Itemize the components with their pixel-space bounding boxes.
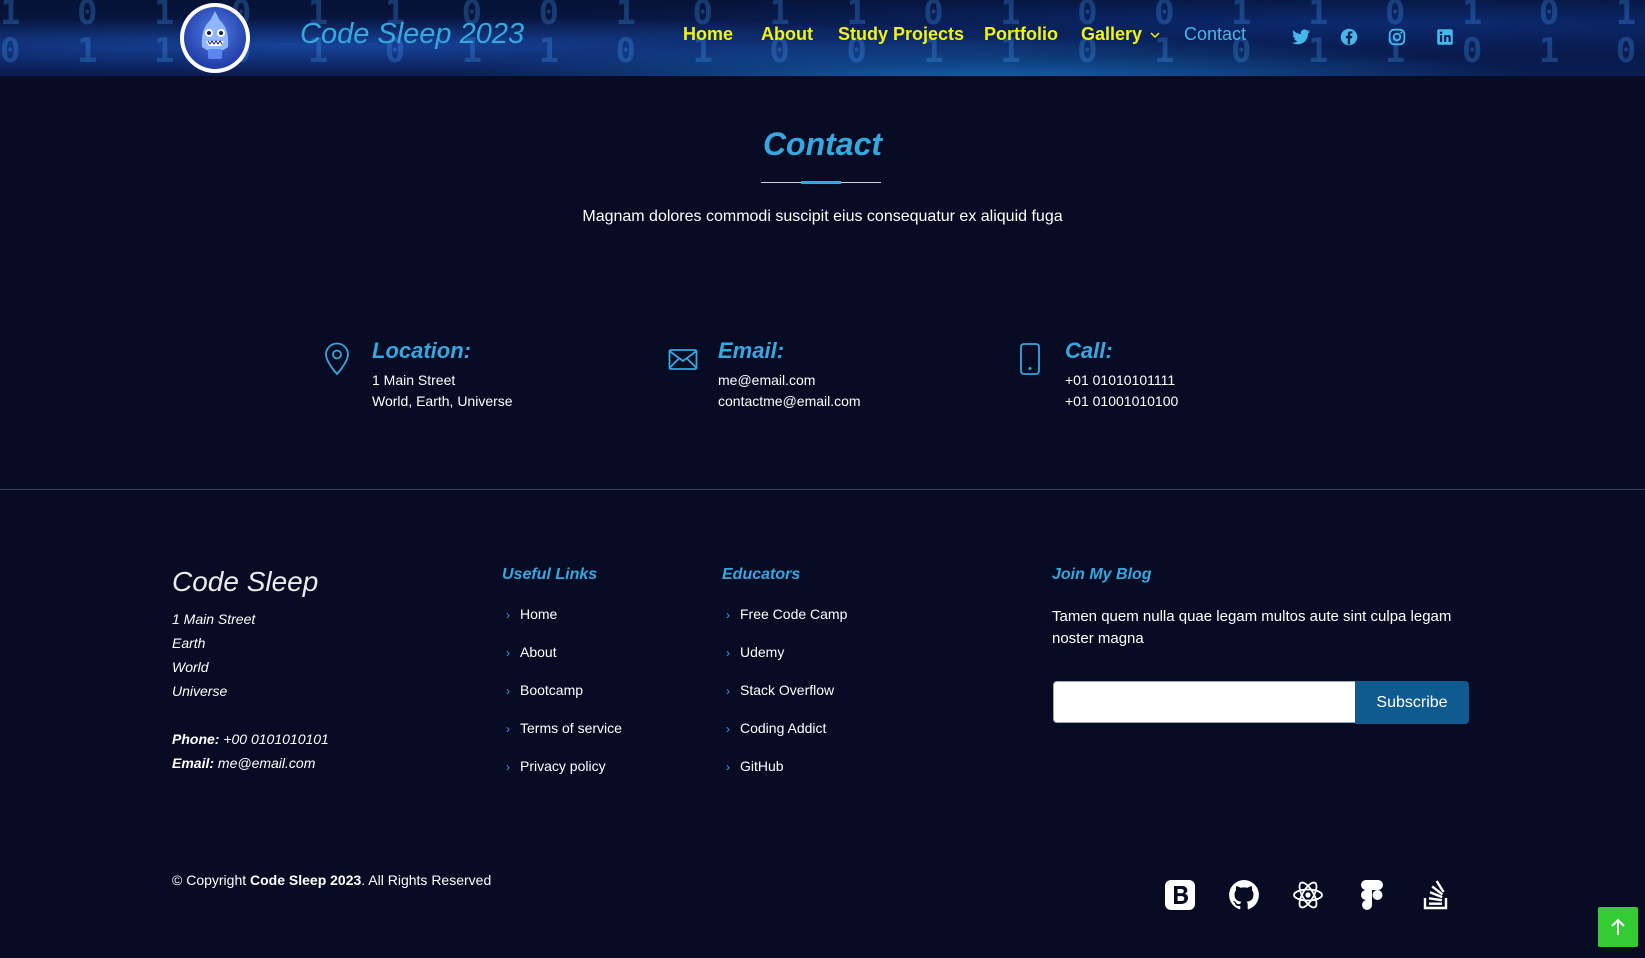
footer-link-freecodecamp[interactable]: › Free Code Camp: [726, 606, 847, 622]
chevron-down-icon: [1150, 32, 1160, 39]
footer-phone-label: Phone:: [172, 731, 220, 747]
footer-email-label: Email:: [172, 755, 215, 771]
email-heading: Email:: [718, 338, 785, 363]
chevron-right-icon: ›: [506, 722, 510, 736]
footer-link-about[interactable]: › About: [506, 644, 557, 660]
call-line-1[interactable]: +01 01010101111: [1065, 372, 1175, 388]
section-title: Contact: [762, 126, 883, 162]
email-line-1[interactable]: me@email.com: [718, 372, 815, 388]
subscribe-email-input[interactable]: [1053, 681, 1355, 723]
educators-heading: Educators: [722, 566, 801, 583]
footer-link-github[interactable]: › GitHub: [726, 758, 784, 774]
nav-gallery[interactable]: Gallery: [1081, 24, 1161, 45]
nav-about[interactable]: About: [761, 24, 813, 45]
location-line-2: World, Earth, Universe: [372, 393, 513, 409]
footer-phone: Phone: +00 0101010101: [172, 731, 329, 747]
twitter-icon[interactable]: [1290, 26, 1312, 48]
arrow-up-icon: [1611, 918, 1625, 935]
footer-address-line: 1 Main Street: [172, 611, 256, 627]
section-divider: [0, 489, 1645, 490]
site-logo[interactable]: [180, 3, 250, 73]
site-title[interactable]: Code Sleep 2023: [300, 18, 524, 51]
call-heading: Call:: [1065, 338, 1113, 363]
nav-home[interactable]: Home: [683, 24, 733, 45]
footer-link-terms[interactable]: › Terms of service: [506, 720, 622, 736]
chevron-right-icon: ›: [726, 760, 730, 774]
footer-email: Email: me@email.com: [172, 755, 315, 771]
email-line-2[interactable]: contactme@email.com: [718, 393, 861, 409]
chevron-right-icon: ›: [726, 684, 730, 698]
footer-link-codingaddict[interactable]: › Coding Addict: [726, 720, 826, 736]
blog-heading: Join My Blog: [1052, 566, 1152, 583]
scroll-to-top-button[interactable]: [1598, 907, 1638, 947]
instagram-icon[interactable]: [1386, 26, 1408, 48]
site-header: 1 0 1 0 1 1 0 0 1 0 1 1 0 1 0 0 1 1 0 1 …: [0, 0, 1645, 76]
nav-study-projects[interactable]: Study Projects: [838, 24, 964, 45]
map-pin-icon: [325, 342, 349, 376]
footer-link-home[interactable]: › Home: [506, 606, 557, 622]
copyright-brand: Code Sleep 2023: [250, 872, 362, 888]
phone-icon: [1020, 343, 1040, 375]
chevron-right-icon: ›: [506, 646, 510, 660]
figma-icon[interactable]: [1355, 878, 1389, 912]
shark-mascot-icon: [201, 11, 229, 59]
github-icon[interactable]: [1227, 878, 1261, 912]
chevron-right-icon: ›: [506, 760, 510, 774]
envelope-icon: [668, 349, 698, 370]
footer-address-line: World: [172, 659, 209, 675]
call-line-2[interactable]: +01 01001010100: [1065, 393, 1178, 409]
location-line-1: 1 Main Street: [372, 372, 456, 388]
stack-overflow-icon[interactable]: [1419, 878, 1453, 912]
title-underline-accent: [801, 181, 841, 184]
nav-contact[interactable]: Contact: [1184, 24, 1246, 45]
footer-link-udemy[interactable]: › Udemy: [726, 644, 784, 660]
blog-description: Tamen quem nulla quae legam multos aute …: [1052, 608, 1452, 647]
footer-brand: Code Sleep: [172, 566, 319, 597]
subscribe-button[interactable]: Subscribe: [1355, 681, 1469, 724]
useful-links-heading: Useful Links: [502, 566, 598, 583]
chevron-right-icon: ›: [506, 608, 510, 622]
footer-link-bootcamp[interactable]: › Bootcamp: [506, 682, 583, 698]
react-icon[interactable]: [1291, 878, 1325, 912]
facebook-icon[interactable]: [1338, 26, 1360, 48]
nav-gallery-label: Gallery: [1081, 24, 1143, 44]
chevron-right-icon: ›: [726, 608, 730, 622]
footer-address-line: Universe: [172, 683, 228, 699]
bootstrap-icon[interactable]: [1163, 878, 1197, 912]
location-heading: Location:: [372, 338, 471, 363]
chevron-right-icon: ›: [726, 646, 730, 660]
footer-phone-value: +00 0101010101: [223, 731, 329, 747]
chevron-right-icon: ›: [726, 722, 730, 736]
footer-email-value: me@email.com: [217, 755, 316, 771]
footer-address-line: Earth: [172, 635, 206, 651]
footer-link-stackoverflow[interactable]: › Stack Overflow: [726, 682, 834, 698]
copyright: © Copyright Code Sleep 2023. All Rights …: [172, 872, 492, 888]
nav-portfolio[interactable]: Portfolio: [984, 24, 1058, 45]
section-subtitle: Magnam dolores commodi suscipit eius con…: [582, 208, 1063, 225]
chevron-right-icon: ›: [506, 684, 510, 698]
footer-link-privacy[interactable]: › Privacy policy: [506, 758, 606, 774]
linkedin-icon[interactable]: [1434, 26, 1456, 48]
